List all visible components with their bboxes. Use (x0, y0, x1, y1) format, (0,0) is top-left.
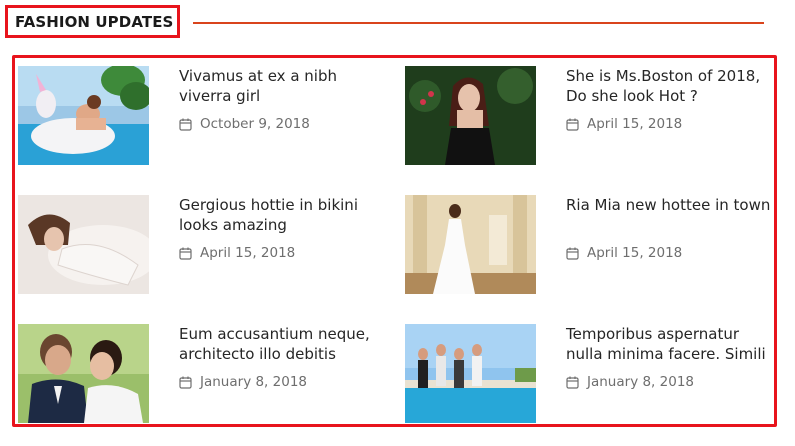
poolside-group-image (405, 324, 536, 423)
calendar-icon (566, 247, 579, 260)
post-thumbnail[interactable] (405, 324, 536, 423)
post-title[interactable]: Vivamus at ex a nibh viverra girl (179, 66, 384, 106)
post-thumbnail[interactable] (405, 195, 536, 294)
lace-dress-image (18, 195, 149, 294)
calendar-icon (179, 247, 192, 260)
post-title[interactable]: She is Ms.Boston of 2018, Do she look Ho… (566, 66, 771, 106)
post-card[interactable]: Eum accusantium neque, architecto illo d… (18, 324, 388, 424)
wedding-couple-image (18, 324, 149, 423)
posts-grid: Vivamus at ex a nibh viverra girl Octobe… (12, 55, 777, 427)
calendar-icon (566, 118, 579, 131)
post-card[interactable]: Gergious hottie in bikini looks amazing … (18, 195, 388, 295)
post-date-text: April 15, 2018 (587, 245, 683, 261)
post-date-text: April 15, 2018 (200, 245, 296, 261)
post-date-text: January 8, 2018 (200, 374, 307, 390)
post-title[interactable]: Gergious hottie in bikini looks amazing (179, 195, 384, 235)
post-thumbnail[interactable] (405, 66, 536, 165)
post-date: October 9, 2018 (179, 116, 310, 132)
post-date: January 8, 2018 (566, 374, 694, 390)
post-thumbnail[interactable] (18, 66, 149, 165)
black-dress-image (405, 66, 536, 165)
post-date-text: October 9, 2018 (200, 116, 310, 132)
post-title[interactable]: Temporibus aspernatur nulla minima facer… (566, 324, 771, 364)
post-card[interactable]: Temporibus aspernatur nulla minima facer… (405, 324, 775, 424)
section-header: FASHION UPDATES (5, 5, 180, 38)
post-card[interactable]: Ria Mia new hottee in town April 15, 201… (405, 195, 775, 295)
pool-float-image (18, 66, 149, 165)
header-divider (193, 22, 764, 24)
calendar-icon (179, 376, 192, 389)
calendar-icon (179, 118, 192, 131)
post-date-text: April 15, 2018 (587, 116, 683, 132)
post-thumbnail[interactable] (18, 195, 149, 294)
post-title[interactable]: Eum accusantium neque, architecto illo d… (179, 324, 384, 364)
post-card[interactable]: Vivamus at ex a nibh viverra girl Octobe… (18, 66, 388, 166)
post-card[interactable]: She is Ms.Boston of 2018, Do she look Ho… (405, 66, 775, 166)
calendar-icon (566, 376, 579, 389)
post-date-text: January 8, 2018 (587, 374, 694, 390)
post-date: April 15, 2018 (566, 245, 682, 261)
post-date: April 15, 2018 (179, 245, 295, 261)
section-title: FASHION UPDATES (15, 12, 174, 31)
post-date: January 8, 2018 (179, 374, 307, 390)
post-thumbnail[interactable] (18, 324, 149, 423)
bride-gown-image (405, 195, 536, 294)
post-title[interactable]: Ria Mia new hottee in town (566, 195, 771, 215)
post-date: April 15, 2018 (566, 116, 682, 132)
